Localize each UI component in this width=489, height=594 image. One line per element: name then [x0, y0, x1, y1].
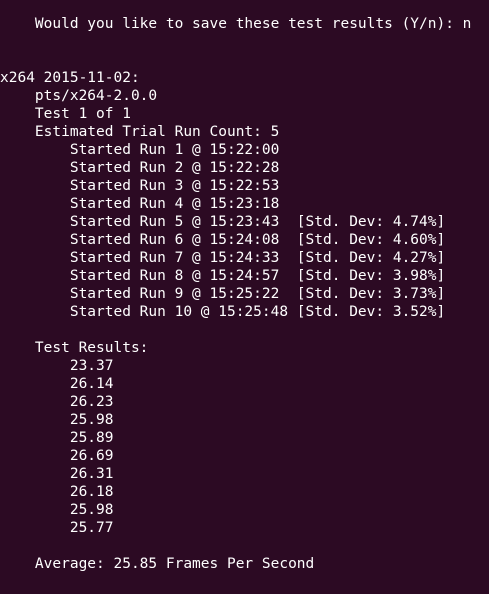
save-prompt-line: Would you like to save these test result…	[0, 16, 472, 32]
run-line: Started Run 4 @ 15:23:18	[0, 196, 280, 212]
result-value: 26.23	[0, 394, 114, 410]
run-line: Started Run 7 @ 15:24:33 [Std. Dev: 4.27…	[0, 250, 446, 266]
result-value: 25.98	[0, 502, 114, 518]
test-counter-line: Test 1 of 1	[0, 106, 131, 122]
result-value: 23.37	[0, 358, 114, 374]
terminal-output[interactable]: Would you like to save these test result…	[0, 0, 489, 578]
run-line: Started Run 6 @ 15:24:08 [Std. Dev: 4.60…	[0, 232, 446, 248]
estimated-runs-line: Estimated Trial Run Count: 5	[0, 124, 280, 140]
result-value: 25.89	[0, 430, 114, 446]
run-line: Started Run 2 @ 15:22:28	[0, 160, 280, 176]
run-line: Started Run 8 @ 15:24:57 [Std. Dev: 3.98…	[0, 268, 446, 284]
results-label-line: Test Results:	[0, 340, 149, 356]
run-line: Started Run 3 @ 15:22:53	[0, 178, 280, 194]
run-line: Started Run 1 @ 15:22:00	[0, 142, 280, 158]
run-line: Started Run 5 @ 15:23:43 [Std. Dev: 4.74…	[0, 214, 446, 230]
result-value: 25.77	[0, 520, 114, 536]
result-value: 26.18	[0, 484, 114, 500]
result-value: 25.98	[0, 412, 114, 428]
profile-line: pts/x264-2.0.0	[0, 88, 158, 104]
run-line: Started Run 9 @ 15:25:22 [Std. Dev: 3.73…	[0, 286, 446, 302]
average-line: Average: 25.85 Frames Per Second	[0, 556, 315, 572]
result-value: 26.14	[0, 376, 114, 392]
run-line: Started Run 10 @ 15:25:48 [Std. Dev: 3.5…	[0, 304, 446, 320]
test-header-line: x264 2015-11-02:	[0, 70, 140, 86]
result-value: 26.31	[0, 466, 114, 482]
result-value: 26.69	[0, 448, 114, 464]
